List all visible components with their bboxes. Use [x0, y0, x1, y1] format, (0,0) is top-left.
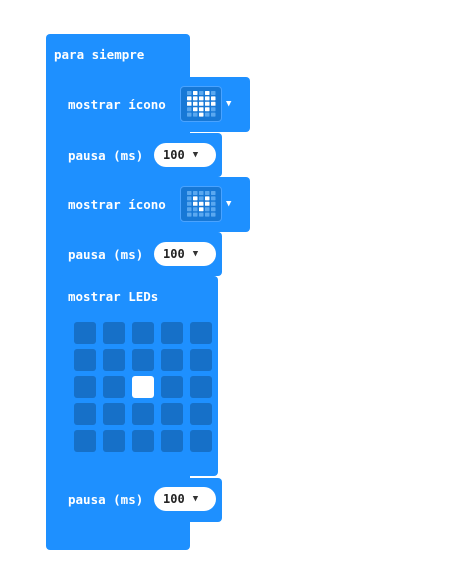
pause-value-field-2[interactable]: 100 ▼: [154, 242, 216, 266]
led-cell[interactable]: [161, 349, 183, 371]
led-cell[interactable]: [161, 430, 183, 452]
led-cell[interactable]: [190, 376, 212, 398]
icon-led: [205, 207, 210, 212]
icon-led: [199, 107, 204, 112]
pause-value-3: 100: [163, 492, 185, 506]
icon-led: [199, 91, 204, 95]
icon-led: [193, 101, 198, 106]
icon-led: [205, 196, 210, 201]
icon-led: [199, 196, 204, 201]
led-cell[interactable]: [132, 322, 154, 344]
led-cell[interactable]: [161, 376, 183, 398]
led-cell[interactable]: [103, 403, 125, 425]
icon-led: [199, 191, 204, 195]
show-icon-label-2: mostrar ícono: [68, 197, 166, 212]
icon-led: [193, 201, 198, 206]
icon-led: [211, 107, 216, 112]
icon-led: [211, 212, 216, 217]
led-cell[interactable]: [132, 349, 154, 371]
icon-led: [187, 207, 192, 212]
icon-led: [193, 196, 198, 201]
led-cell[interactable]: [74, 376, 96, 398]
icon-led: [187, 196, 192, 201]
icon-dropdown-caret-1[interactable]: ▼: [226, 99, 231, 109]
small-heart-icon[interactable]: [180, 186, 222, 222]
led-cell[interactable]: [74, 403, 96, 425]
led-cell[interactable]: [132, 430, 154, 452]
show-leds-label: mostrar LEDs: [68, 289, 159, 304]
icon-led: [199, 212, 204, 217]
icon-led: [205, 101, 210, 106]
icon-led: [193, 96, 198, 101]
icon-led: [211, 112, 216, 117]
icon-led: [193, 107, 198, 112]
icon-led: [205, 107, 210, 112]
icon-led: [205, 191, 210, 195]
led-cell[interactable]: [103, 430, 125, 452]
led-cell[interactable]: [74, 430, 96, 452]
led-cell[interactable]: [74, 349, 96, 371]
icon-led: [187, 212, 192, 217]
icon-led: [211, 207, 216, 212]
pause-value-field-3[interactable]: 100 ▼: [154, 487, 216, 511]
icon-led: [205, 201, 210, 206]
icon-led: [193, 91, 198, 95]
icon-led: [211, 96, 216, 101]
pause-label-1: pausa (ms): [68, 148, 144, 163]
icon-led: [205, 96, 210, 101]
icon-led: [211, 101, 216, 106]
chevron-down-icon: ▼: [192, 249, 199, 259]
led-cell[interactable]: [190, 403, 212, 425]
chevron-down-icon: ▼: [192, 150, 199, 160]
heart-icon[interactable]: [180, 86, 222, 122]
forever-label: para siempre: [54, 47, 145, 62]
icon-led: [205, 112, 210, 117]
pause-label-2: pausa (ms): [68, 247, 144, 262]
icon-led: [187, 101, 192, 106]
led-cell[interactable]: [103, 349, 125, 371]
icon-led: [187, 91, 192, 95]
icon-led: [193, 191, 198, 195]
icon-led: [199, 201, 204, 206]
icon-led: [211, 201, 216, 206]
led-cell[interactable]: [190, 322, 212, 344]
led-cell[interactable]: [132, 376, 154, 398]
show-icon-label-1: mostrar ícono: [68, 97, 166, 112]
icon-dropdown-caret-2[interactable]: ▼: [226, 199, 231, 209]
icon-led: [211, 191, 216, 195]
led-cell[interactable]: [103, 376, 125, 398]
icon-led: [187, 96, 192, 101]
icon-led: [199, 96, 204, 101]
led-cell[interactable]: [103, 322, 125, 344]
led-cell[interactable]: [190, 430, 212, 452]
led-cell[interactable]: [190, 349, 212, 371]
icon-led: [205, 212, 210, 217]
icon-led: [187, 201, 192, 206]
pause-label-3: pausa (ms): [68, 492, 144, 507]
chevron-down-icon: ▼: [192, 494, 199, 504]
icon-led: [193, 212, 198, 217]
led-cell[interactable]: [161, 403, 183, 425]
icon-led: [199, 207, 204, 212]
led-cell[interactable]: [132, 403, 154, 425]
icon-led: [193, 112, 198, 117]
pause-value-1: 100: [163, 148, 185, 162]
icon-led: [187, 107, 192, 112]
icon-led: [187, 112, 192, 117]
pause-value-2: 100: [163, 247, 185, 261]
icon-led: [211, 91, 216, 95]
icon-led: [199, 101, 204, 106]
icon-led: [187, 191, 192, 195]
led-cell[interactable]: [161, 322, 183, 344]
led-cell[interactable]: [74, 322, 96, 344]
pause-value-field-1[interactable]: 100 ▼: [154, 143, 216, 167]
icon-led: [205, 91, 210, 95]
icon-led: [211, 196, 216, 201]
icon-led: [193, 207, 198, 212]
icon-led: [199, 112, 204, 117]
